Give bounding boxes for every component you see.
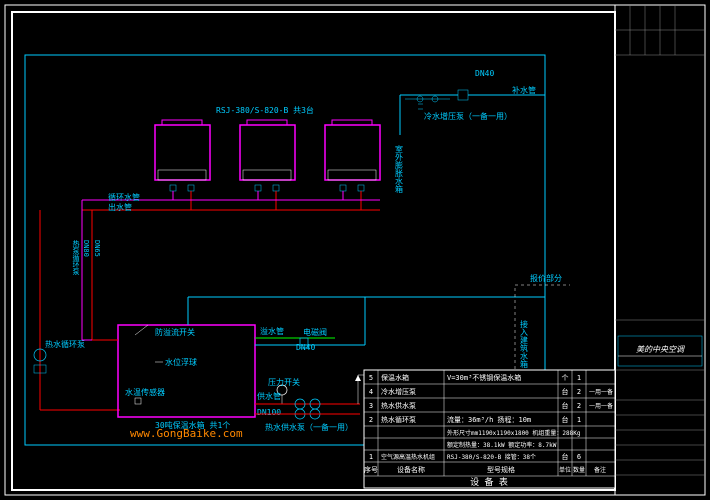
svg-text:设备名称: 设备名称 (397, 465, 425, 474)
svg-text:个: 个 (562, 374, 569, 382)
title-block: 美的中央空调 (615, 5, 705, 495)
svg-text:备注: 备注 (594, 466, 606, 474)
dn80-label: DN80 (82, 240, 90, 257)
svg-text:1: 1 (577, 416, 581, 424)
level-label: 水位浮球 (165, 357, 197, 367)
dn40-label-2: DN40 (296, 343, 315, 352)
cad-diagram: 美的中央空调 RSJ-380/S-820-B 共3台 (0, 0, 710, 500)
svg-text:单位: 单位 (559, 466, 571, 474)
hot-circ-label: 热水循环泵 (45, 339, 85, 349)
supply-pumps: 供水管 DN100 热水供水泵（一备一用） (255, 391, 360, 432)
supply-pipe-label: 补水管 (512, 85, 536, 95)
svg-text:数量: 数量 (573, 466, 585, 474)
svg-text:流量：36m³/h 扬程：10m: 流量：36m³/h 扬程：10m (447, 415, 531, 424)
svg-text:冷水增压泵: 冷水增压泵 (381, 387, 416, 396)
hot-out-1: 循环水管 (108, 192, 140, 202)
hot-water-piping: 循环水管 出水管 DN80 热泵循环泵 DN65 (72, 191, 380, 340)
valve-label: 电磁阀 (303, 327, 327, 337)
dn100-label: DN100 (257, 408, 281, 417)
svg-text:6: 6 (577, 453, 581, 461)
svg-text:一用一备: 一用一备 (589, 388, 613, 396)
logo-text: 美的中央空调 (636, 345, 685, 354)
cold-pump-label: 冷水增压泵（一备一用） (424, 111, 512, 121)
drain-label: 溢水管 (260, 326, 284, 336)
table-title: 设 备 表 (470, 476, 508, 488)
svg-text:3: 3 (369, 402, 373, 410)
pressure-label: 压力开关 (268, 377, 300, 387)
svg-text:一用一备: 一用一备 (589, 402, 613, 410)
svg-text:额定制热量：38.1kW 额定功率：8.7kW: 额定制热量：38.1kW 额定功率：8.7kW (447, 441, 557, 449)
equipment-table: 5 保温水箱 V=30m³不锈钢保温水箱 个 1 4 冷水增压泵 台 2 一用一… (364, 370, 615, 488)
watermark: www.GongBaike.com (130, 427, 243, 440)
svg-text:空气源高温热水机组: 空气源高温热水机组 (381, 453, 435, 461)
heat-pump-1 (155, 120, 210, 191)
dn40-label: DN40 (475, 69, 494, 78)
svg-text:1: 1 (577, 374, 581, 382)
units-label: RSJ-380/S-820-B 共3台 (216, 105, 314, 115)
svg-text:V=30m³不锈钢保温水箱: V=30m³不锈钢保温水箱 (447, 373, 521, 382)
heat-pump-2 (240, 120, 295, 191)
svg-text:保温水箱: 保温水箱 (381, 373, 409, 382)
svg-text:2: 2 (577, 388, 581, 396)
svg-text:台: 台 (562, 415, 569, 424)
quotation-label: 报价部分 (530, 273, 562, 283)
heat-pump-3 (325, 120, 380, 191)
svg-text:热水供水泵: 热水供水泵 (381, 401, 416, 410)
svg-text:台: 台 (562, 387, 569, 396)
hot-pump-label: 热水供水泵（一备一用） (265, 422, 353, 432)
svg-text:外形尺寸mm1190x1190x1800 机组重量：288: 外形尺寸mm1190x1190x1800 机组重量：288Kg (447, 429, 581, 437)
svg-text:RSJ-380/S-820-B 接管：38个: RSJ-380/S-820-B 接管：38个 (447, 453, 536, 461)
heat-pump-units: RSJ-380/S-820-B 共3台 (155, 105, 380, 191)
svg-text:室外膨胀水箱: 室外膨胀水箱 (395, 144, 404, 194)
svg-text:序号: 序号 (364, 465, 378, 474)
insulated-tank: 防溢流开关 水位浮球 水温传感器 30吨保温水箱 共1个 (82, 325, 255, 430)
svg-text:台: 台 (562, 401, 569, 410)
svg-text:1: 1 (369, 453, 373, 461)
svg-text:型号规格: 型号规格 (487, 465, 515, 474)
hot-out-2: 出水管 (108, 202, 132, 212)
svg-text:4: 4 (369, 388, 373, 396)
supply-line-top: DN40 补水管 冷水增压泵（一备一用） (400, 69, 545, 135)
svg-text:热水循环泵: 热水循环泵 (381, 415, 416, 424)
pump-label-vert: 热泵循环泵 (72, 239, 80, 275)
dn65-label: DN65 (93, 240, 101, 257)
sensor-label: 水温传感器 (125, 387, 165, 397)
svg-text:2: 2 (577, 402, 581, 410)
building-tank-label: 接入建筑水箱 (520, 319, 529, 369)
float-switch-label: 防溢流开关 (155, 327, 195, 337)
expansion-label: 室外膨胀水箱 (395, 144, 404, 194)
supply-label: 供水管 (257, 391, 281, 401)
svg-text:台: 台 (562, 452, 569, 461)
svg-text:2: 2 (369, 416, 373, 424)
svg-text:5: 5 (369, 374, 373, 382)
